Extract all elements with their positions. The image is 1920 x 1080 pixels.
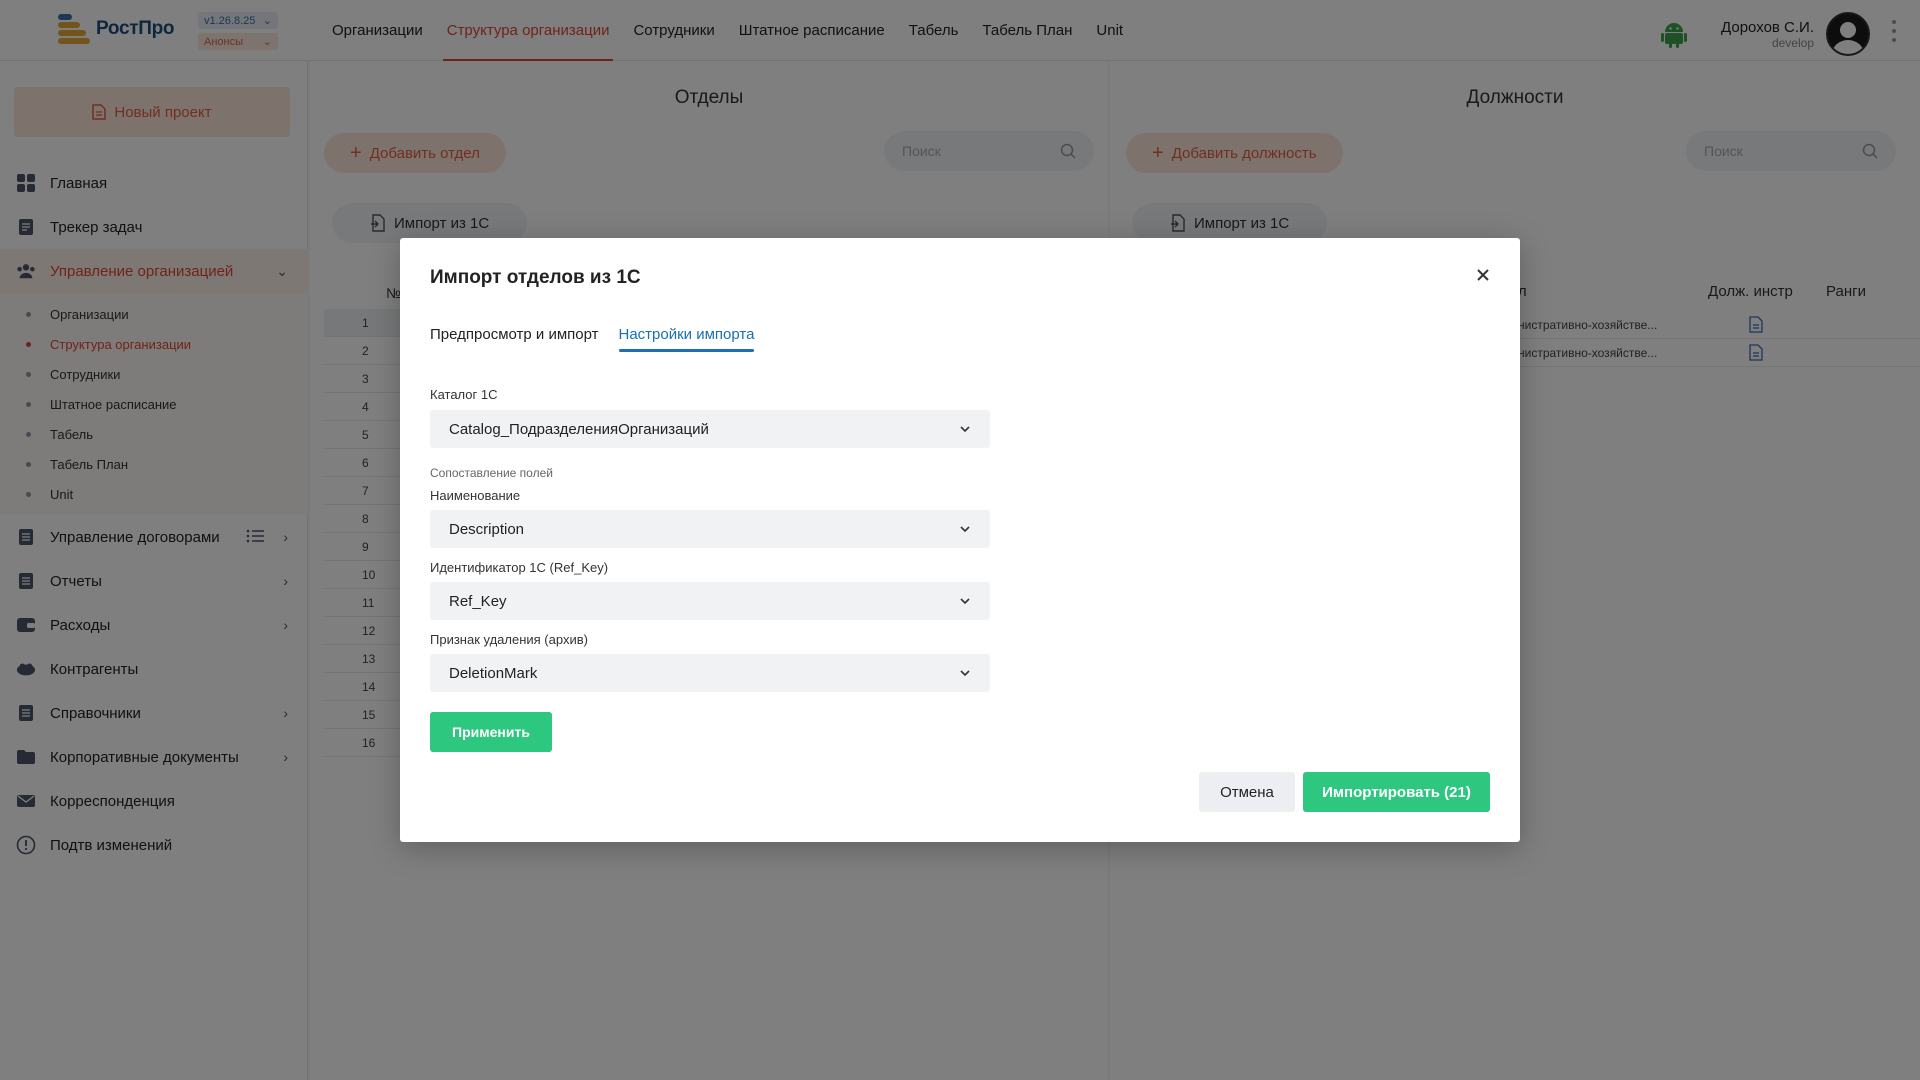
cancel-button[interactable]: Отмена (1199, 772, 1295, 812)
chevron-down-icon (960, 598, 970, 605)
modal-tabs: Предпросмотр и импорт Настройки импорта (430, 326, 754, 352)
catalog-label: Каталог 1С (430, 387, 498, 402)
catalog-select[interactable]: Catalog_ПодразделенияОрганизаций (430, 410, 990, 448)
deletion-field-label: Признак удаления (архив) (430, 632, 588, 647)
deletion-field-value: DeletionMark (449, 664, 538, 682)
chevron-down-icon (960, 670, 970, 677)
chevron-down-icon (960, 526, 970, 533)
tab-import-settings[interactable]: Настройки импорта (618, 326, 754, 352)
id-field-select[interactable]: Ref_Key (430, 582, 990, 620)
import-submit-button[interactable]: Импортировать (21) (1303, 772, 1490, 812)
import-departments-modal: Импорт отделов из 1С Предпросмотр и импо… (400, 238, 1520, 842)
tab-preview-import[interactable]: Предпросмотр и импорт (430, 326, 599, 352)
catalog-value: Catalog_ПодразделенияОрганизаций (449, 420, 709, 438)
id-field-value: Ref_Key (449, 592, 507, 610)
deletion-field-select[interactable]: DeletionMark (430, 654, 990, 692)
name-field-select[interactable]: Description (430, 510, 990, 548)
name-field-label: Наименование (430, 488, 521, 503)
apply-button[interactable]: Применить (430, 712, 552, 752)
id-field-label: Идентификатор 1С (Ref_Key) (430, 560, 609, 575)
modal-title: Импорт отделов из 1С (430, 267, 641, 288)
mapping-label: Сопоставление полей (430, 466, 553, 480)
chevron-down-icon (960, 426, 970, 433)
close-icon[interactable] (1472, 264, 1494, 286)
name-field-value: Description (449, 520, 525, 538)
